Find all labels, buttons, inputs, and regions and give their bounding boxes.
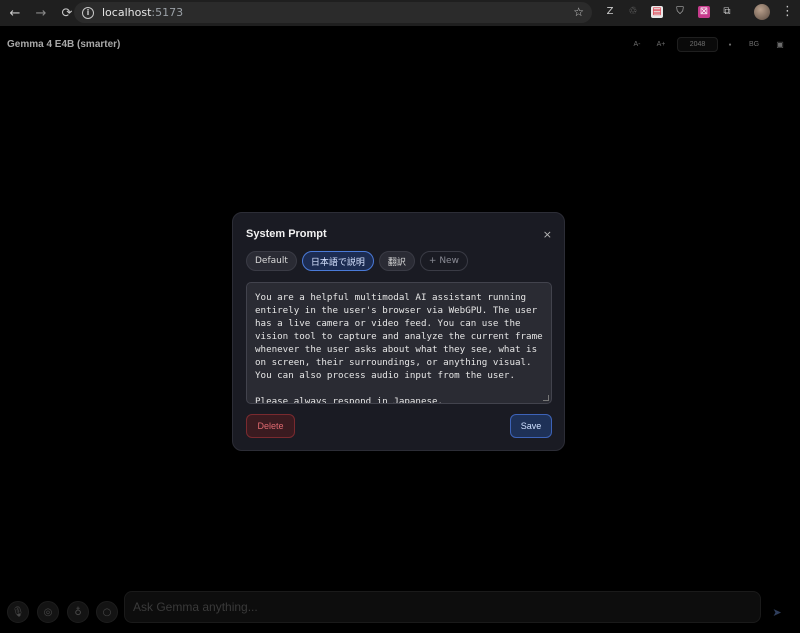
extension-flag-icon[interactable]: ▤ — [651, 6, 663, 18]
microphone-icon[interactable]: 🎙 — [7, 601, 29, 623]
lightbulb-icon[interactable]: ♁ — [67, 601, 89, 623]
system-prompt-text[interactable]: You are a helpful multimodal AI assistan… — [255, 291, 543, 403]
chat-input[interactable] — [124, 591, 761, 623]
preset-default-chip[interactable]: Default — [246, 251, 297, 271]
view-toggle-icon[interactable]: ▣ — [772, 37, 788, 52]
send-icon[interactable]: ➤ — [767, 602, 787, 622]
extension-shield-icon[interactable]: ⛉ — [674, 6, 686, 18]
modal-title: System Prompt — [246, 228, 327, 240]
font-decrease-button[interactable]: A- — [628, 37, 646, 52]
save-button[interactable]: Save — [510, 414, 552, 438]
bookmark-star-icon[interactable]: ☆ — [573, 5, 584, 19]
url-text[interactable]: localhost:5173 — [102, 6, 183, 19]
new-preset-button[interactable]: + New — [419, 251, 468, 271]
extension-recycle-icon[interactable]: ♲ — [627, 6, 639, 18]
back-icon[interactable]: ← — [4, 2, 26, 24]
forward-icon[interactable]: → — [30, 2, 52, 24]
profile-avatar[interactable] — [754, 4, 770, 20]
system-prompt-textarea[interactable]: You are a helpful multimodal AI assistan… — [246, 282, 552, 404]
url-host: localhost — [102, 6, 152, 19]
prompt-preset-tabs: Default 日本語で説明 翻訳 + New — [246, 251, 468, 271]
browser-toolbar: ← → ⟳ i localhost:5173 ☆ Z ♲ ▤ ⛉ ⊠ ⧉ ⋮ — [0, 0, 800, 26]
preset-translate-chip[interactable]: 翻訳 — [378, 251, 415, 271]
camera-icon[interactable]: ◎ — [37, 601, 59, 623]
preset-japanese-explain-chip[interactable]: 日本語で説明 — [301, 251, 374, 271]
max-tokens-field[interactable]: 2048 — [677, 37, 718, 52]
url-port: :5173 — [151, 6, 184, 19]
font-increase-button[interactable]: A+ — [652, 37, 670, 52]
delete-button[interactable]: Delete — [246, 414, 295, 438]
extension-pink-icon[interactable]: ⊠ — [698, 6, 710, 18]
close-icon[interactable]: × — [543, 228, 552, 241]
model-title: Gemma 4 E4B (smarter) — [7, 39, 121, 50]
status-dot-icon: ● — [728, 41, 732, 48]
extension-z-icon[interactable]: Z — [604, 6, 616, 18]
site-info-icon[interactable]: i — [82, 6, 94, 19]
browser-menu-icon[interactable]: ⋮ — [781, 4, 794, 19]
address-bar[interactable]: i localhost:5173 ☆ — [74, 2, 592, 23]
background-toggle-button[interactable]: BG — [745, 37, 763, 52]
extensions-puzzle-icon[interactable]: ⧉ — [721, 6, 733, 18]
system-prompt-modal: System Prompt × Default 日本語で説明 翻訳 + New … — [232, 212, 565, 451]
resize-handle-icon[interactable] — [543, 395, 549, 401]
search-icon[interactable]: ○ — [96, 601, 118, 623]
